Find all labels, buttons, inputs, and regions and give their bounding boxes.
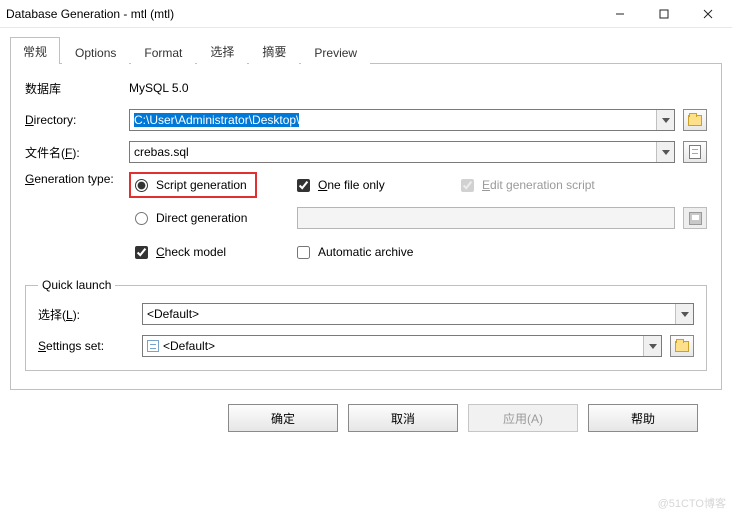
title-bar: Database Generation - mtl (mtl) (0, 0, 732, 28)
tab-general[interactable]: 常规 (10, 37, 60, 64)
save-icon (689, 212, 702, 225)
help-button[interactable]: 帮助 (588, 404, 698, 432)
window-title: Database Generation - mtl (mtl) (6, 7, 174, 21)
folder-icon (675, 341, 689, 352)
check-check-model[interactable]: Check model (129, 245, 297, 259)
check-one-file-only[interactable]: One file only (297, 178, 385, 192)
filename-value: crebas.sql (130, 142, 656, 162)
folder-icon (688, 115, 702, 126)
highlight-box: Script generation (129, 172, 257, 198)
tab-format[interactable]: Format (131, 40, 195, 64)
view-file-button[interactable] (683, 141, 707, 163)
list-icon (147, 340, 159, 352)
ok-button[interactable]: 确定 (228, 404, 338, 432)
save-direct-button (683, 207, 707, 229)
chevron-down-icon[interactable] (643, 336, 661, 356)
panel-general: 数据库 MySQL 5.0 Directory: C:\User\Adminis… (10, 64, 722, 390)
button-bar: 确定 取消 应用(A) 帮助 (10, 390, 722, 432)
label-settings-set: Settings set: (38, 339, 142, 353)
directory-combo[interactable]: C:\User\Administrator\Desktop\ (129, 109, 675, 131)
label-quick-select: 选择(L): (38, 306, 142, 323)
filename-combo[interactable]: crebas.sql (129, 141, 675, 163)
label-directory: Directory: (25, 113, 129, 127)
cancel-button[interactable]: 取消 (348, 404, 458, 432)
chevron-down-icon[interactable] (675, 304, 693, 324)
chevron-down-icon[interactable] (656, 110, 674, 130)
window-buttons (598, 1, 730, 27)
browse-directory-button[interactable] (683, 109, 707, 131)
check-edit-generation-script: Edit generation script (461, 178, 707, 192)
tabs: 常规 Options Format 选择 摘要 Preview (10, 36, 722, 64)
check-automatic-archive[interactable]: Automatic archive (297, 245, 413, 259)
chevron-down-icon[interactable] (656, 142, 674, 162)
tab-summary[interactable]: 摘要 (249, 37, 299, 64)
tab-select[interactable]: 选择 (197, 37, 247, 64)
label-filename: 文件名(F): (25, 144, 129, 161)
document-icon (689, 145, 701, 159)
browse-settings-button[interactable] (670, 335, 694, 357)
quick-launch-group: Quick launch 选择(L): <Default> Settings s… (25, 278, 707, 371)
tab-options[interactable]: Options (62, 40, 129, 64)
quick-launch-legend: Quick launch (38, 278, 115, 292)
maximize-button[interactable] (642, 1, 686, 27)
label-database: 数据库 (25, 80, 129, 97)
value-database: MySQL 5.0 (129, 81, 707, 95)
tab-preview[interactable]: Preview (301, 40, 370, 64)
close-button[interactable] (686, 1, 730, 27)
apply-button: 应用(A) (468, 404, 578, 432)
quick-select-combo[interactable]: <Default> (142, 303, 694, 325)
settings-set-combo[interactable]: <Default> (142, 335, 662, 357)
radio-direct-generation[interactable]: Direct generation (129, 211, 297, 225)
direct-generation-combo (297, 207, 675, 229)
watermark: @51CTO博客 (658, 495, 726, 511)
directory-value: C:\User\Administrator\Desktop\ (134, 113, 299, 127)
radio-script-generation[interactable]: Script generation (135, 178, 247, 192)
minimize-button[interactable] (598, 1, 642, 27)
label-generation-type: Generation type: (25, 172, 129, 186)
